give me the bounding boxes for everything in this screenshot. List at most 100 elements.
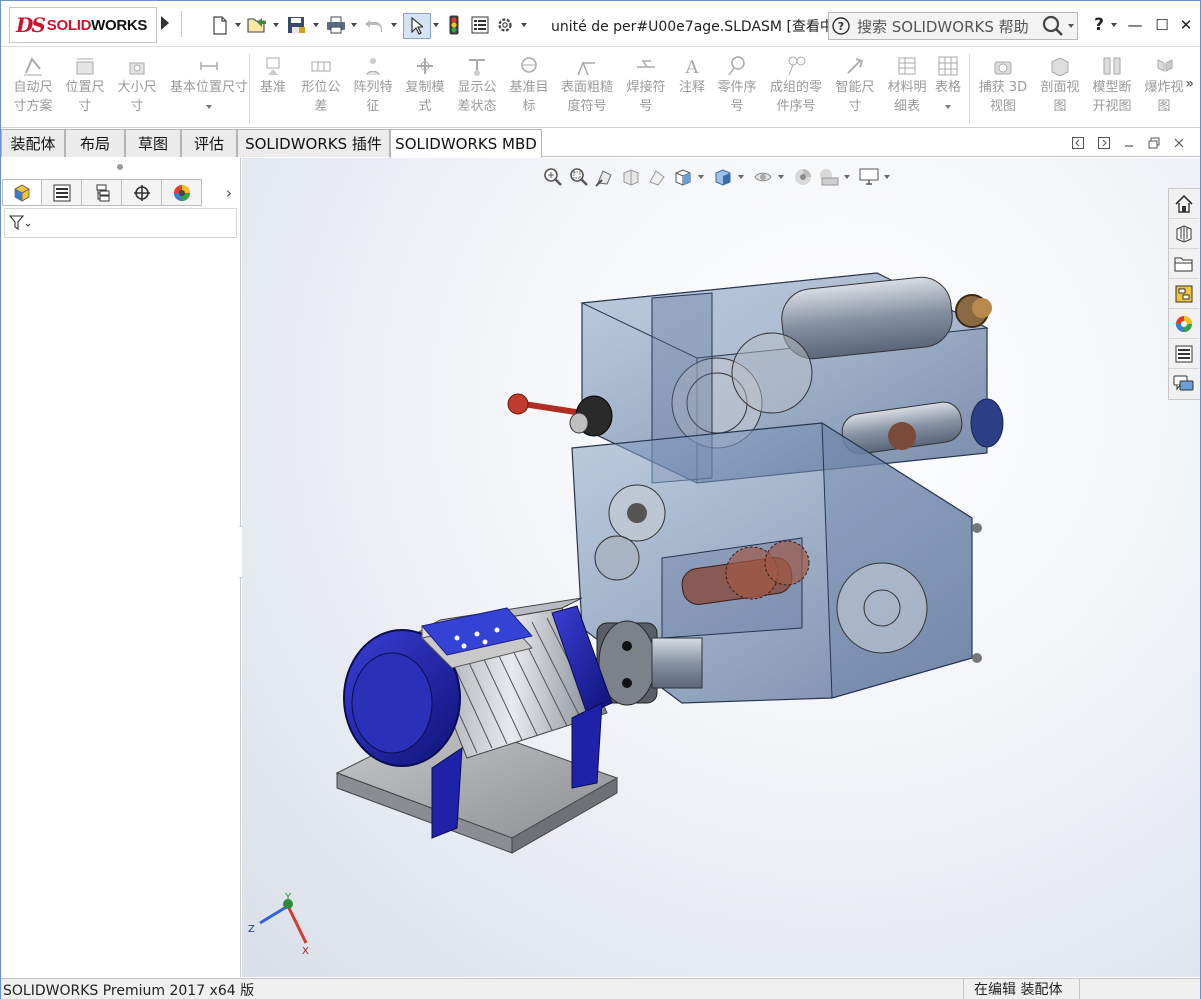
panel-tabs-more-icon[interactable]: › (218, 179, 240, 206)
menu-expand-arrow-icon[interactable] (161, 16, 169, 30)
close-button[interactable]: ✕ (1173, 13, 1199, 37)
doc-restore-icon[interactable] (1146, 135, 1162, 151)
options-gear-icon[interactable] (494, 14, 516, 36)
ribbon-button-pattern-feature[interactable]: 阵列特征 (349, 54, 397, 116)
ribbon-button-datum-target[interactable]: 基准目标 (505, 54, 553, 116)
ribbon-button-smart-dimension[interactable]: 智能尺寸 (831, 54, 879, 116)
solidworks-logo[interactable]: DS SOLIDWORKS (9, 7, 157, 43)
copy-scheme-icon (413, 54, 437, 78)
ribbon-button-section-view[interactable]: 剖面视图 (1036, 54, 1084, 116)
ribbon-button-geometric-tolerance[interactable]: 形位公差 (297, 54, 345, 116)
ribbon-dropdown-icon[interactable] (206, 105, 212, 109)
ribbon-label-line1: 模型断 (1092, 80, 1132, 95)
maximize-button[interactable]: ☐ (1149, 13, 1175, 37)
status-bar: SOLIDWORKS Premium 2017 x64 版 在编辑 装配体 (1, 978, 1200, 999)
feature-manager-panel: › (1, 158, 241, 977)
tab-sketch[interactable]: 草图 (125, 129, 181, 157)
ribbon-label-line1: 显示公 (457, 80, 497, 95)
size-dimension-icon (125, 54, 149, 78)
ribbon-button-note[interactable]: A 注释 (674, 54, 710, 97)
select-dropdown-icon[interactable] (433, 23, 439, 27)
select-tool-button[interactable] (403, 13, 431, 39)
ribbon-label-line1: 基本位置尺寸 (169, 80, 248, 95)
help-dropdown-icon[interactable] (1111, 23, 1117, 27)
file-properties-icon[interactable] (469, 14, 491, 36)
save-dropdown-icon[interactable] (313, 23, 319, 27)
print-icon[interactable] (325, 14, 347, 36)
ribbon-button-table[interactable]: 表格 (933, 54, 963, 109)
rebuild-traffic-light-icon[interactable] (443, 14, 465, 36)
assembly-model-view[interactable]: Y Z X (242, 158, 1200, 977)
open-dropdown-icon[interactable] (273, 23, 279, 27)
tab-evaluate[interactable]: 评估 (181, 129, 237, 157)
restore-right-icon[interactable] (1096, 135, 1112, 151)
save-icon[interactable] (285, 14, 307, 36)
doc-minimize-icon[interactable] (1121, 135, 1137, 151)
tab-solidworks-mbd[interactable]: SOLIDWORKS MBD (390, 129, 542, 158)
doc-close-icon[interactable] (1171, 135, 1187, 151)
ribbon-label-line1: 零件序 (717, 80, 757, 95)
toolbar-separator (181, 11, 182, 37)
ribbon-label-line1: 爆炸视 (1144, 80, 1184, 95)
help-question-icon[interactable]: ? (829, 14, 853, 38)
ribbon-button-stacked-balloon[interactable]: 成组的零 件序号 (764, 54, 828, 116)
filter-funnel-icon (9, 215, 31, 231)
minimize-button[interactable]: — (1122, 13, 1148, 37)
svg-text:A: A (685, 57, 700, 77)
ribbon-separator (249, 54, 250, 124)
print-dropdown-icon[interactable] (351, 23, 357, 27)
panel-grip-dot[interactable] (117, 164, 123, 170)
basic-location-dimension-icon (197, 54, 221, 78)
tab-layout[interactable]: 布局 (65, 129, 125, 157)
ribbon-button-bill-of-materials[interactable]: 材料明 细表 (883, 54, 931, 116)
ribbon-button-surface-finish[interactable]: 表面粗糙 度符号 (557, 54, 617, 116)
restore-left-icon[interactable] (1070, 135, 1086, 151)
open-document-icon[interactable] (246, 14, 268, 36)
ribbon-button-weld-symbol[interactable]: 焊接符号 (622, 54, 670, 116)
tab-assembly[interactable]: 装配体 (1, 129, 65, 157)
configuration-manager-tab-icon[interactable] (82, 179, 122, 206)
ribbon-dropdown-icon[interactable] (945, 105, 951, 109)
ribbon-button-datum[interactable]: 基准 (257, 54, 289, 97)
ribbon-label-line2: 寸 (130, 99, 144, 114)
auto-dimension-icon (21, 54, 45, 78)
explode-view-icon (1152, 54, 1176, 78)
ribbon-button-basic-location-dimension[interactable]: 基本位置尺寸 (165, 54, 253, 109)
ribbon-more-icon[interactable]: » (1185, 76, 1194, 92)
search-icon[interactable] (1037, 13, 1077, 39)
dimxpert-manager-tab-icon[interactable] (122, 179, 162, 206)
ribbon-label-line2: 件序号 (776, 99, 816, 114)
display-manager-tab-icon[interactable] (162, 179, 202, 206)
status-product-version: SOLIDWORKS Premium 2017 x64 版 (3, 983, 255, 999)
ribbon-button-model-break-view[interactable]: 模型断 开视图 (1088, 54, 1136, 116)
ribbon-button-capture-3d-view[interactable]: 捕获 3D 视图 (976, 54, 1030, 116)
geometric-tolerance-icon (309, 54, 333, 78)
new-document-icon[interactable] (209, 14, 231, 36)
table-icon (936, 54, 960, 78)
ribbon-button-auto-dimension[interactable]: 自动尺 寸方案 (9, 54, 57, 116)
ribbon-button-size-dimension[interactable]: 大小尺寸 (113, 54, 161, 116)
help-search-box[interactable]: ? 搜索 SOLIDWORKS 帮助 (828, 12, 1078, 40)
ribbon-label-line2: 号 (730, 99, 744, 114)
feature-manager-tab-icon[interactable] (2, 179, 42, 206)
undo-icon[interactable] (363, 14, 385, 36)
feature-tree-filter[interactable] (4, 208, 237, 238)
ribbon-button-copy-scheme[interactable]: 复制模式 (401, 54, 449, 116)
triad-y-label: Y (284, 892, 292, 903)
options-dropdown-icon[interactable] (521, 23, 527, 27)
graphics-area[interactable]: Y Z X (242, 158, 1200, 977)
search-dropdown-icon[interactable] (1067, 24, 1074, 28)
ribbon-button-location-dimension[interactable]: 位置尺寸 (61, 54, 109, 116)
tab-solidworks-addins[interactable]: SOLIDWORKS 插件 (237, 129, 390, 157)
ribbon-button-show-tolerance-status[interactable]: 显示公 差状态 (453, 54, 501, 116)
ribbon-label-line2: 寸 (848, 99, 862, 114)
ribbon-button-balloon[interactable]: 零件序号 (713, 54, 761, 116)
undo-dropdown-icon[interactable] (391, 23, 397, 27)
search-input[interactable]: 搜索 SOLIDWORKS 帮助 (853, 16, 1037, 37)
ribbon-label-line1: 焊接符 (626, 80, 666, 95)
ribbon-button-explode-view[interactable]: 爆炸视图 (1140, 54, 1188, 116)
property-manager-tab-icon[interactable] (42, 179, 82, 206)
help-menu-icon[interactable]: ? (1086, 13, 1112, 37)
new-dropdown-icon[interactable] (235, 23, 241, 27)
note-icon: A (680, 54, 704, 78)
